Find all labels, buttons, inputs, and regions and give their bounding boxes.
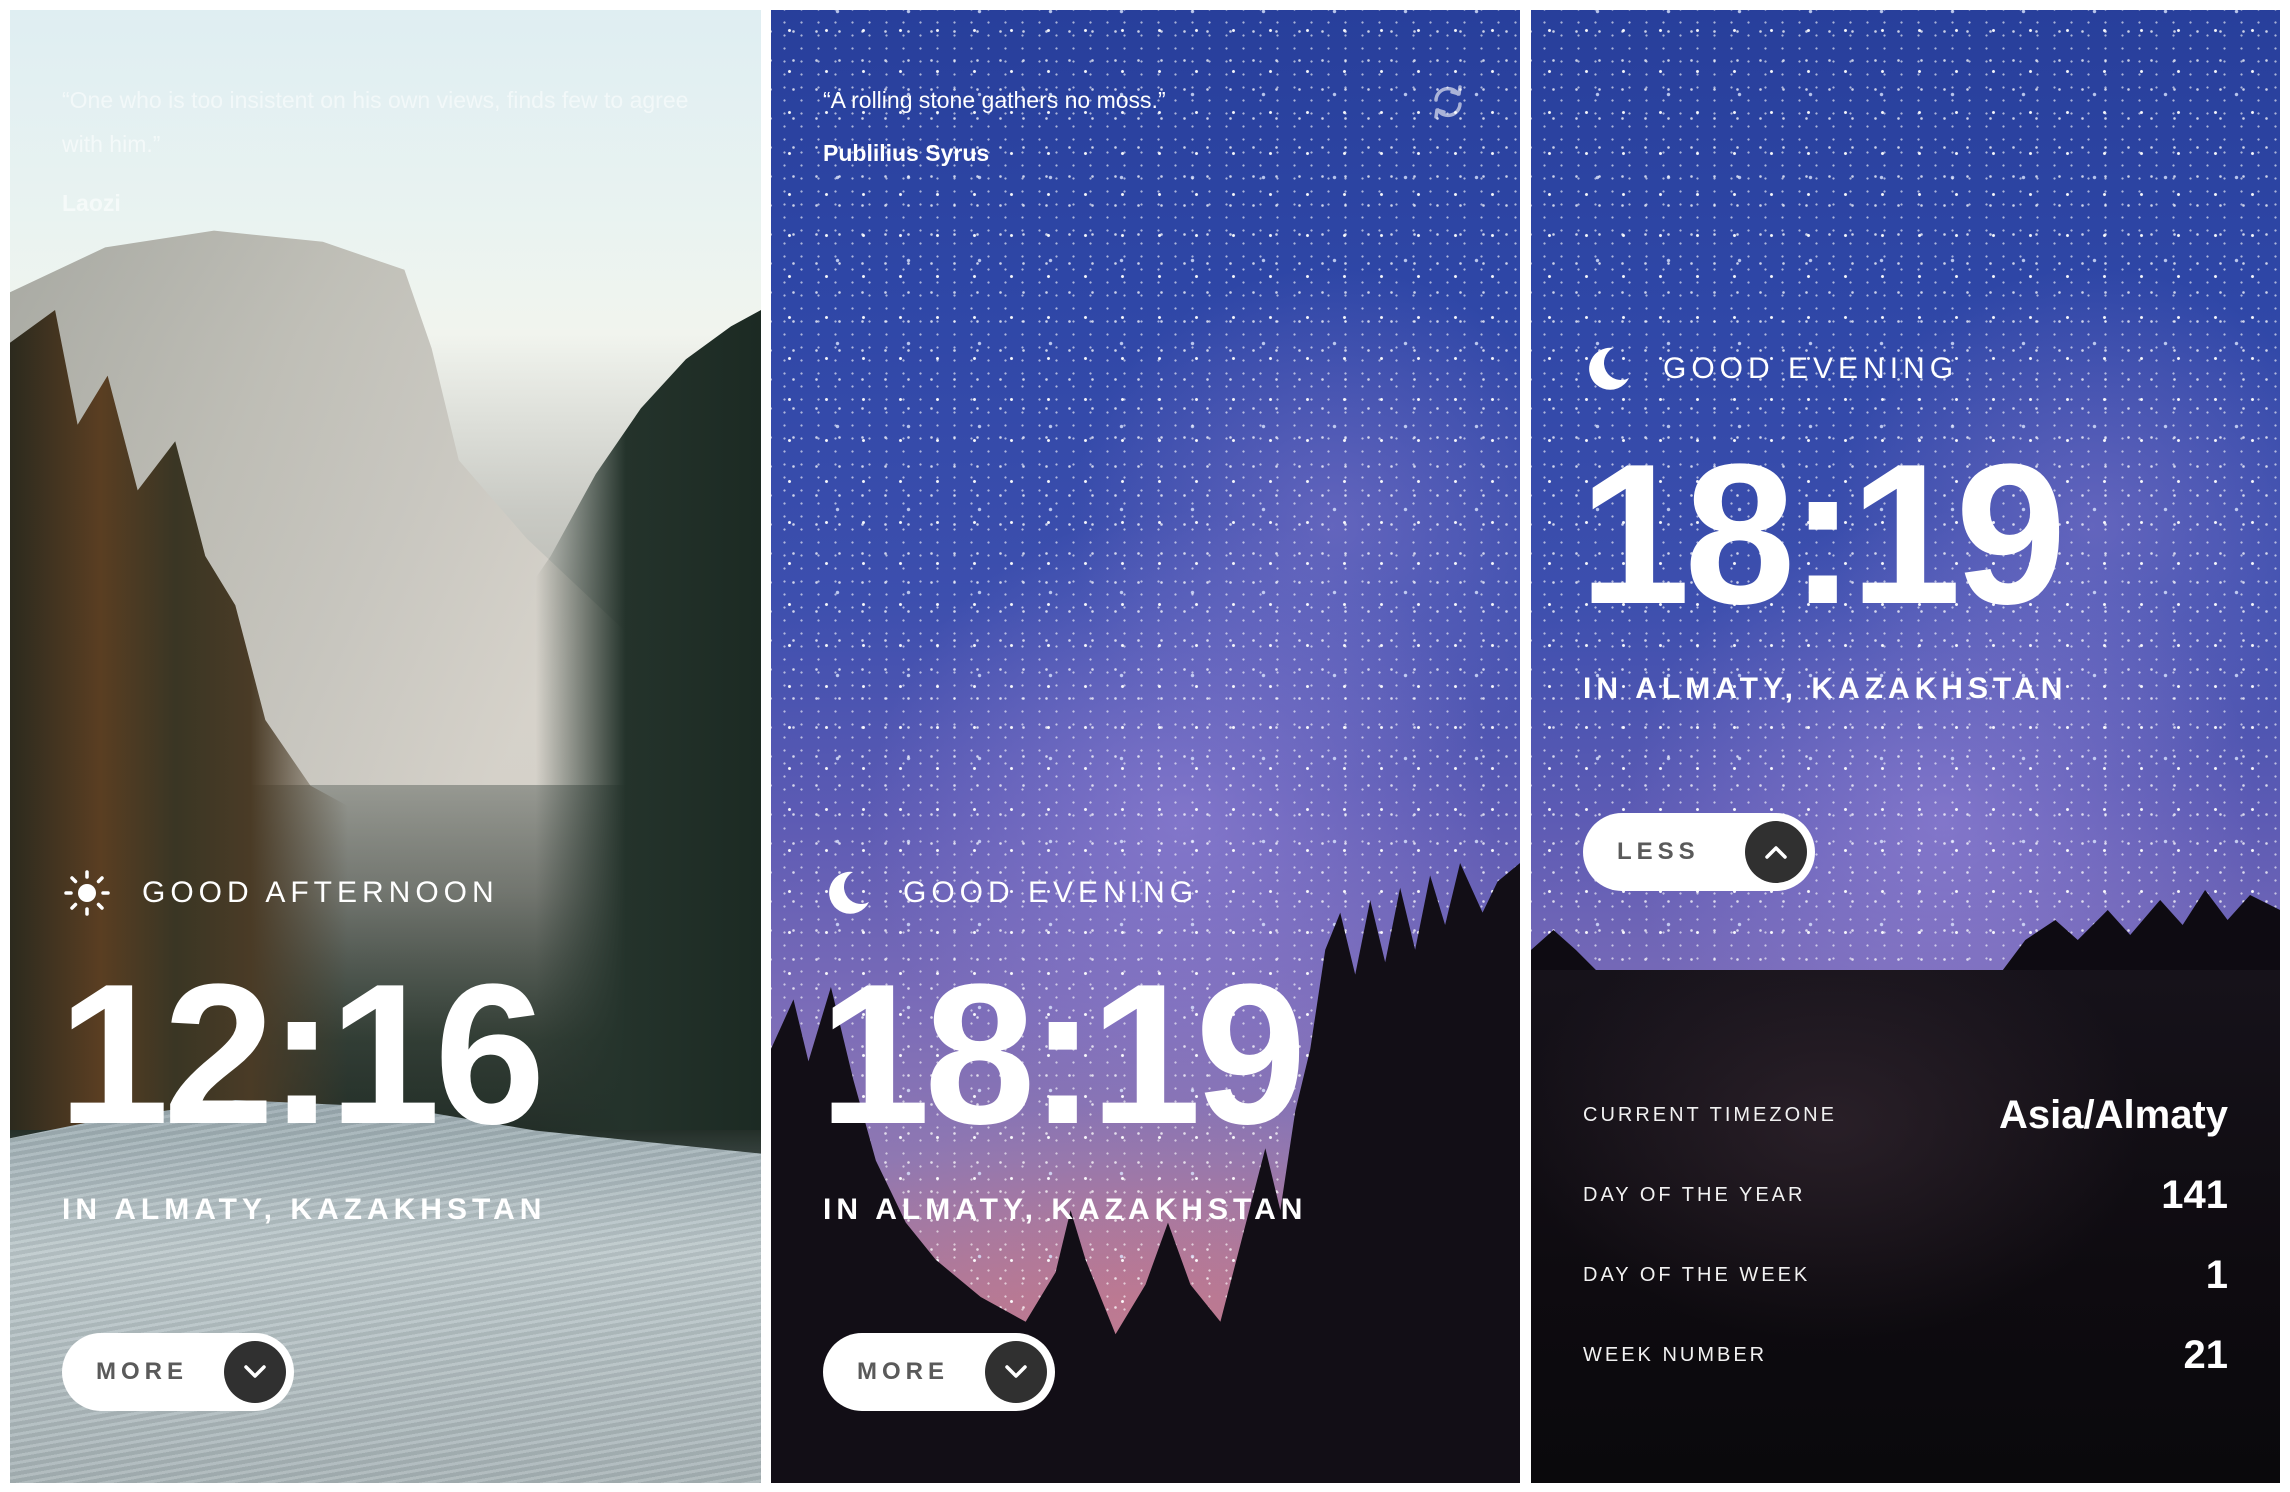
- sun-icon: [64, 870, 110, 916]
- detail-row-day-of-week: DAY OF THE WEEK 1: [1583, 1253, 2228, 1298]
- details-drawer: CURRENT TIMEZONE Asia/Almaty DAY OF THE …: [1531, 970, 2280, 1483]
- moon-icon: [829, 871, 869, 914]
- clock-panel-afternoon: “One who is too insistent on his own vie…: [10, 10, 761, 1483]
- detail-value: 141: [2161, 1173, 2228, 1217]
- greeting: GOOD AFTERNOON: [62, 868, 499, 918]
- detail-label: DAY OF THE WEEK: [1583, 1264, 1811, 1286]
- more-button-label: MORE: [857, 1358, 949, 1385]
- location: IN ALMATY, KAZAKHSTAN: [62, 1193, 547, 1226]
- detail-label: CURRENT TIMEZONE: [1583, 1104, 1837, 1126]
- detail-row-timezone: CURRENT TIMEZONE Asia/Almaty: [1583, 1093, 2228, 1138]
- detail-value: 21: [2183, 1333, 2229, 1377]
- refresh-icon[interactable]: [1428, 82, 1468, 122]
- quote-author: Laozi: [62, 190, 121, 216]
- chevron-up-icon: [1745, 821, 1807, 883]
- less-button-label: LESS: [1617, 838, 1700, 865]
- greeting-text: GOOD AFTERNOON: [142, 876, 499, 909]
- current-time: 18:19: [1579, 423, 2067, 646]
- clock-panel-expanded: GOOD EVENING 18:19 IN ALMATY, KAZAKHSTAN…: [1531, 10, 2280, 1483]
- more-button-label: MORE: [96, 1358, 188, 1385]
- quote-text: “One who is too insistent on his own vie…: [62, 87, 689, 157]
- greeting-text: GOOD EVENING: [903, 876, 1199, 909]
- less-button[interactable]: LESS: [1583, 813, 1815, 891]
- current-time: 18:19: [819, 943, 1307, 1166]
- detail-label: DAY OF THE YEAR: [1583, 1184, 1806, 1206]
- more-button[interactable]: MORE: [62, 1333, 294, 1411]
- chevron-down-icon: [224, 1341, 286, 1403]
- detail-value: 1: [2205, 1253, 2228, 1297]
- greeting-text: GOOD EVENING: [1663, 352, 1959, 385]
- more-button[interactable]: MORE: [823, 1333, 1055, 1411]
- detail-value: Asia/Almaty: [1999, 1093, 2228, 1137]
- location: IN ALMATY, KAZAKHSTAN: [1583, 672, 2068, 705]
- quote-text: “A rolling stone gathers no moss.”: [823, 87, 1166, 113]
- detail-row-week-number: WEEK NUMBER 21: [1583, 1333, 2228, 1378]
- moon-icon: [1589, 347, 1629, 390]
- quote-author: Publilius Syrus: [823, 140, 990, 166]
- current-time: 12:16: [58, 943, 546, 1166]
- detail-row-day-of-year: DAY OF THE YEAR 141: [1583, 1173, 2228, 1218]
- greeting: GOOD EVENING: [823, 868, 1198, 918]
- greeting: GOOD EVENING: [1583, 344, 1958, 394]
- chevron-down-icon: [985, 1341, 1047, 1403]
- location: IN ALMATY, KAZAKHSTAN: [823, 1193, 1308, 1226]
- detail-label: WEEK NUMBER: [1583, 1344, 1768, 1366]
- clock-panel-evening: “A rolling stone gathers no moss.” Publi…: [771, 10, 1520, 1483]
